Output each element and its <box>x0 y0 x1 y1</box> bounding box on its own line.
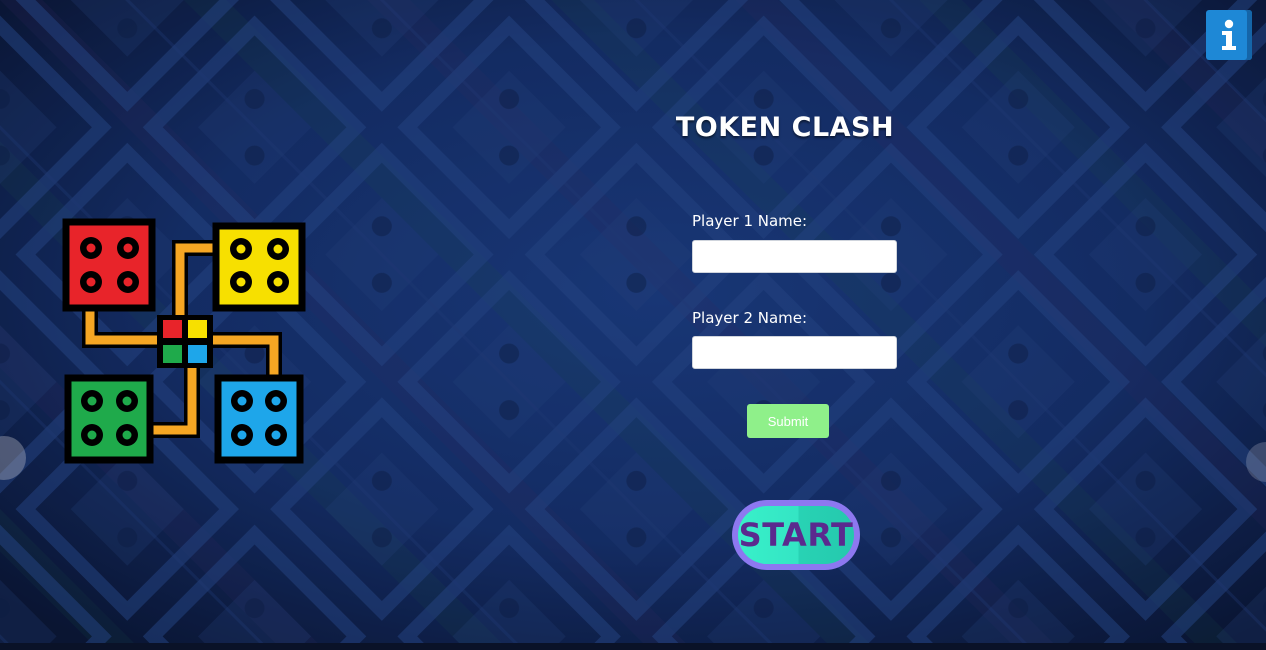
yellow-die <box>212 222 306 312</box>
info-icon <box>1222 19 1236 50</box>
game-title: TOKEN CLASH <box>675 112 895 143</box>
player1-label: Player 1 Name: <box>692 212 808 230</box>
submit-button[interactable]: Submit <box>747 404 829 438</box>
start-button-label: START <box>738 506 854 564</box>
blue-die <box>214 374 304 464</box>
bottom-strip <box>0 643 1266 650</box>
ludo-board-icon <box>62 218 306 464</box>
start-button[interactable]: START <box>732 500 860 570</box>
player1-name-input[interactable] <box>692 240 897 273</box>
player2-label: Player 2 Name: <box>692 309 808 327</box>
red-die <box>62 218 156 312</box>
green-die <box>64 374 154 464</box>
player2-name-input[interactable] <box>692 336 897 369</box>
info-button[interactable] <box>1206 10 1252 60</box>
